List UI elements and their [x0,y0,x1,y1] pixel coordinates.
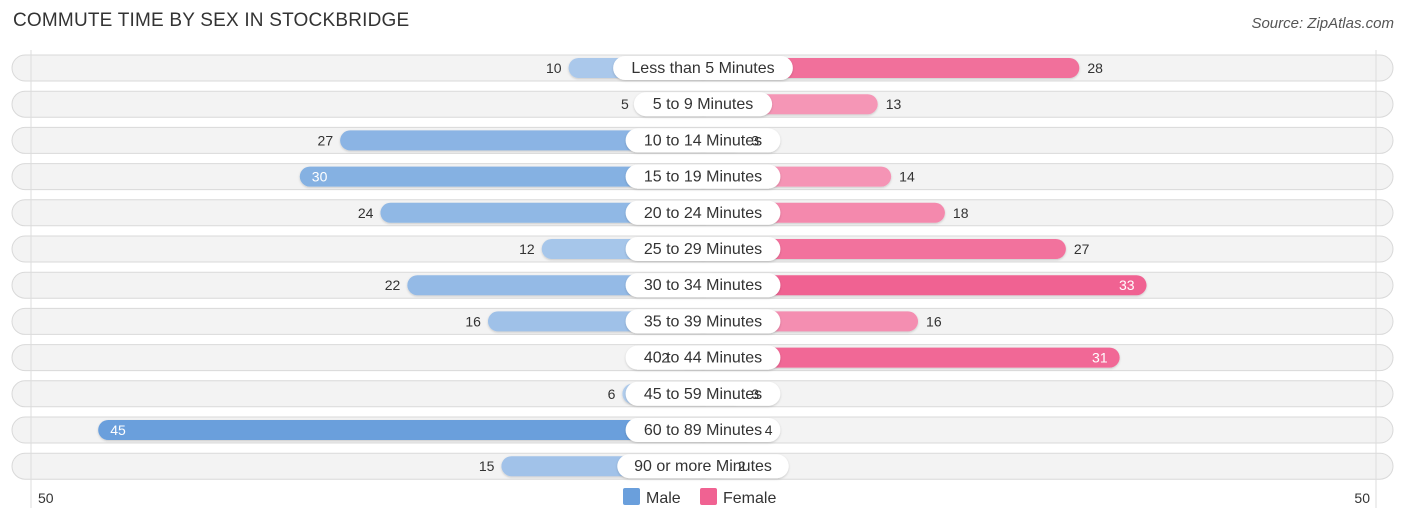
legend-swatch-male [623,488,640,505]
chart-row: 10 to 14 Minutes 27 3 [11,126,1394,154]
category-label: 30 to 34 Minutes [644,277,762,294]
legend-swatch-female [700,488,717,505]
value-label-female: 14 [899,169,915,185]
chart-row: 20 to 24 Minutes 24 18 [11,199,1394,227]
category-label: 60 to 89 Minutes [644,422,762,439]
value-label-male: 15 [479,458,495,474]
legend-label-male: Male [646,490,681,507]
value-label-female: 13 [886,96,902,112]
value-label-female: 33 [1119,277,1135,293]
legend-label-female: Female [723,490,776,507]
value-label-male: 5 [621,96,629,112]
category-label: 45 to 59 Minutes [644,386,762,403]
legend: Male Female [623,488,776,507]
category-label: 35 to 39 Minutes [644,313,762,330]
value-label-female: 28 [1087,60,1103,76]
value-label-female: 2 [738,458,746,474]
chart-row: 35 to 39 Minutes 16 16 [11,307,1394,335]
category-label: 15 to 19 Minutes [644,169,762,186]
chart-canvas: Less than 5 Minutes 10 28 5 to 9 Minutes 5 13… [11,50,1394,508]
value-label-male: 12 [519,241,535,257]
value-label-female: 4 [765,422,773,438]
bar-male [98,420,713,440]
category-label: Less than 5 Minutes [631,60,774,77]
chart-row: 60 to 89 Minutes 45 4 [11,416,1394,444]
chart-row: 40 to 44 Minutes2 31 [11,344,1394,372]
chart-row: 30 to 34 Minutes 22 33 [11,271,1394,299]
value-label-female: 31 [1092,350,1108,366]
value-label-female: 27 [1074,241,1090,257]
chart-row: 25 to 29 Minutes 12 27 [11,235,1394,263]
chart-row: 5 to 9 Minutes 5 13 [11,90,1394,118]
value-label-male: 10 [546,60,562,76]
axis-label-right: 50 [1354,490,1370,506]
category-label: 90 or more Minutes [634,458,772,475]
value-label-male: 30 [312,169,328,185]
value-label-female: 3 [751,386,759,402]
value-label-male: 24 [358,205,374,221]
value-label-male: 45 [110,422,126,438]
axis-label-left: 50 [38,490,54,506]
category-label: 20 to 24 Minutes [644,205,762,222]
chart-row: Less than 5 Minutes 10 28 [11,54,1394,82]
category-label: 10 to 14 Minutes [644,132,762,149]
value-label-male: 27 [318,132,334,148]
value-label-female: 3 [751,132,759,148]
chart-row: 90 or more Minutes 15 2 [11,452,1394,480]
chart-row: 45 to 59 Minutes 6 3 [11,380,1394,408]
value-label-male: 22 [385,277,401,293]
category-label: 25 to 29 Minutes [644,241,762,258]
value-label-male: 16 [465,313,481,329]
value-label-male: 6 [608,386,616,402]
value-label-male: 2 [661,350,669,366]
category-label: 5 to 9 Minutes [653,96,754,113]
chart-row: 15 to 19 Minutes 30 14 [11,163,1394,191]
value-label-female: 18 [953,205,969,221]
value-label-female: 16 [926,313,942,329]
